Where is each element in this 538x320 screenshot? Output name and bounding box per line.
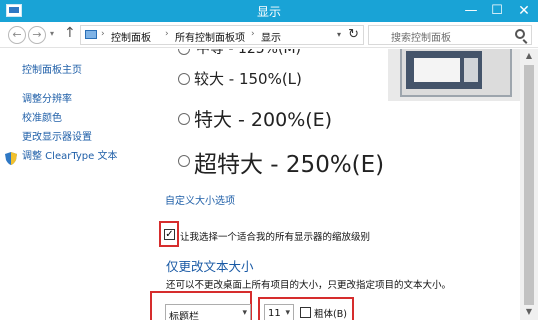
forward-button[interactable]: →	[28, 26, 46, 44]
scale-larger-radio[interactable]	[178, 73, 190, 85]
sidebar-item-calibrate-color[interactable]: 校准颜色	[22, 109, 62, 124]
navigation-bar: ← → ▾ ↑ › 控制面板 › 所有控制面板项 › 显示 ▾ ↻ 搜索控制面板	[0, 22, 538, 48]
main-content: 中等 - 125%(M) 较大 - 150%(L) 特大 - 200%(E) 超…	[150, 49, 520, 320]
shield-icon	[5, 152, 17, 165]
chevron-down-icon: ▾	[285, 308, 290, 318]
bold-checkbox-label: 粗体(B)	[314, 309, 347, 320]
address-dropdown-icon[interactable]: ▾	[337, 30, 341, 39]
text-size-description: 还可以不更改桌面上所有项目的大小，只更改指定项目的文本大小。	[166, 280, 452, 291]
search-placeholder: 搜索控制面板	[391, 33, 451, 44]
vertical-scrollbar[interactable]: ▲ ▼	[520, 49, 538, 320]
breadcrumb-all-items[interactable]: 所有控制面板项	[175, 29, 245, 44]
breadcrumb-display[interactable]: 显示	[261, 29, 281, 44]
font-size-select-value: 11	[268, 308, 281, 319]
minimize-button[interactable]: —	[458, 0, 484, 22]
sidebar-item-adjust-cleartype[interactable]: 调整 ClearType 文本	[22, 147, 117, 162]
breadcrumb-separator: ›	[101, 29, 105, 39]
sidebar-item-control-panel-home[interactable]: 控制面板主页	[22, 61, 82, 76]
scale-medium-radio[interactable]	[178, 49, 190, 55]
font-size-select[interactable]: 11 ▾	[264, 304, 294, 320]
up-icon[interactable]: ↑	[64, 25, 76, 41]
scaling-checkbox[interactable]: ✓	[164, 229, 175, 240]
scale-larger-label: 较大 - 150%(L)	[194, 70, 302, 88]
search-box[interactable]: 搜索控制面板	[368, 25, 532, 45]
scale-medium-label: 中等 - 125%(M)	[196, 49, 301, 57]
scrollbar-thumb[interactable]	[524, 65, 534, 305]
text-element-select-value: 标题栏	[169, 312, 199, 320]
scale-extra-extra-large-label: 超特大 - 250%(E)	[194, 152, 385, 178]
search-icon[interactable]	[515, 29, 525, 39]
bold-checkbox[interactable]	[300, 307, 311, 318]
text-element-select[interactable]: 标题栏 ▾	[165, 304, 251, 320]
breadcrumb-separator: ›	[165, 29, 169, 39]
preview-pane	[414, 58, 460, 82]
close-button[interactable]: ✕	[510, 0, 538, 22]
scaling-checkbox-label: 让我选择一个适合我的所有显示器的缩放级别	[180, 232, 371, 243]
breadcrumb-control-panel[interactable]: 控制面板	[111, 29, 151, 44]
scale-extra-large-radio[interactable]	[178, 113, 190, 125]
maximize-button[interactable]: ☐	[484, 0, 510, 22]
address-bar[interactable]: › 控制面板 › 所有控制面板项 › 显示 ▾ ↻	[80, 25, 364, 45]
scroll-up-icon[interactable]: ▲	[520, 51, 538, 60]
refresh-icon[interactable]: ↻	[348, 27, 359, 42]
text-size-heading: 仅更改文本大小	[166, 259, 254, 274]
sidebar: 控制面板主页 调整分辨率 校准颜色 更改显示器设置 调整 ClearType 文…	[0, 49, 150, 320]
monitor-icon	[85, 30, 97, 39]
scroll-down-icon[interactable]: ▼	[520, 307, 538, 316]
scale-extra-large-label: 特大 - 200%(E)	[194, 109, 333, 131]
scale-extra-extra-large-radio[interactable]	[178, 155, 190, 167]
preview-side-pane	[464, 58, 478, 82]
breadcrumb-separator: ›	[251, 29, 255, 39]
sidebar-item-change-display-settings[interactable]: 更改显示器设置	[22, 128, 92, 143]
sidebar-item-adjust-resolution[interactable]: 调整分辨率	[22, 90, 72, 105]
custom-sizing-link[interactable]: 自定义大小选项	[165, 192, 235, 207]
title-bar: 显示 — ☐ ✕	[0, 0, 538, 22]
back-button[interactable]: ←	[8, 26, 26, 44]
recent-locations-icon[interactable]: ▾	[50, 29, 54, 38]
chevron-down-icon: ▾	[242, 308, 247, 318]
display-preview-image	[388, 49, 520, 101]
